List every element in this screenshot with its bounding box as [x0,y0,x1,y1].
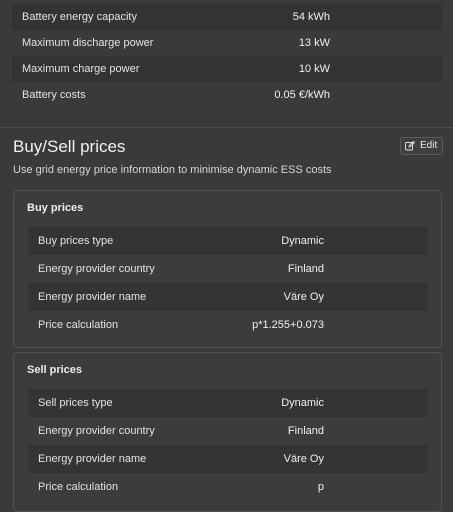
sell-row-country: Energy provider country Finland [28,417,428,445]
row-value: 0.05 €/kWh [274,89,330,101]
row-label: Energy provider country [38,425,155,437]
row-value: Dynamic [281,235,324,247]
edit-button[interactable]: Edit [400,137,443,155]
row-label: Maximum discharge power [22,37,154,49]
row-value: 54 kWh [292,11,330,23]
row-label: Energy provider country [38,263,155,275]
row-value: p [317,481,324,493]
buy-row-price-calc: Price calculation p*1.255+0.073 [28,311,428,339]
sell-row-provider: Energy provider name Väre Oy [28,445,428,473]
section-title: Buy/Sell prices [13,137,126,156]
buy-row-country: Energy provider country Finland [28,255,428,283]
row-value: Finland [287,425,324,437]
sell-row-price-calc: Price calculation p [28,473,428,501]
row-value: 13 kW [298,37,330,49]
row-label: Energy provider name [38,453,147,465]
row-value: Dynamic [281,397,324,409]
row-label: Price calculation [38,319,119,331]
sell-prices-card: Sell prices Sell prices type Dynamic Ene… [13,352,442,512]
row-value: Väre Oy [283,453,324,465]
row-value: Finland [287,263,324,275]
section-description: Use grid energy price information to min… [13,164,332,176]
battery-row-max-charge: Maximum charge power 10 kW [12,56,442,82]
buy-row-type: Buy prices type Dynamic [28,227,428,255]
edit-icon [405,141,415,151]
battery-row-max-discharge: Maximum discharge power 13 kW [12,30,442,56]
row-label: Energy provider name [38,291,147,303]
row-value: 10 kW [298,63,330,75]
sell-row-type: Sell prices type Dynamic [28,389,428,417]
battery-row-capacity: Battery energy capacity 54 kWh [12,4,442,30]
sell-prices-header: Sell prices [27,364,83,376]
buy-prices-header: Buy prices [27,202,84,214]
edit-button-label: Edit [420,140,438,151]
buy-row-provider: Energy provider name Väre Oy [28,283,428,311]
section-divider [0,127,453,128]
battery-row-costs: Battery costs 0.05 €/kWh [12,82,442,108]
row-label: Price calculation [38,481,119,493]
battery-settings-panel: Battery energy capacity 54 kWh Maximum d… [12,0,442,108]
row-label: Battery energy capacity [22,11,137,23]
row-value: p*1.255+0.073 [252,319,324,331]
buy-prices-card: Buy prices Buy prices type Dynamic Energ… [13,190,442,348]
row-label: Sell prices type [38,397,113,409]
row-value: Väre Oy [283,291,324,303]
row-label: Buy prices type [38,235,114,247]
row-label: Maximum charge power [22,63,140,75]
row-label: Battery costs [22,89,86,101]
